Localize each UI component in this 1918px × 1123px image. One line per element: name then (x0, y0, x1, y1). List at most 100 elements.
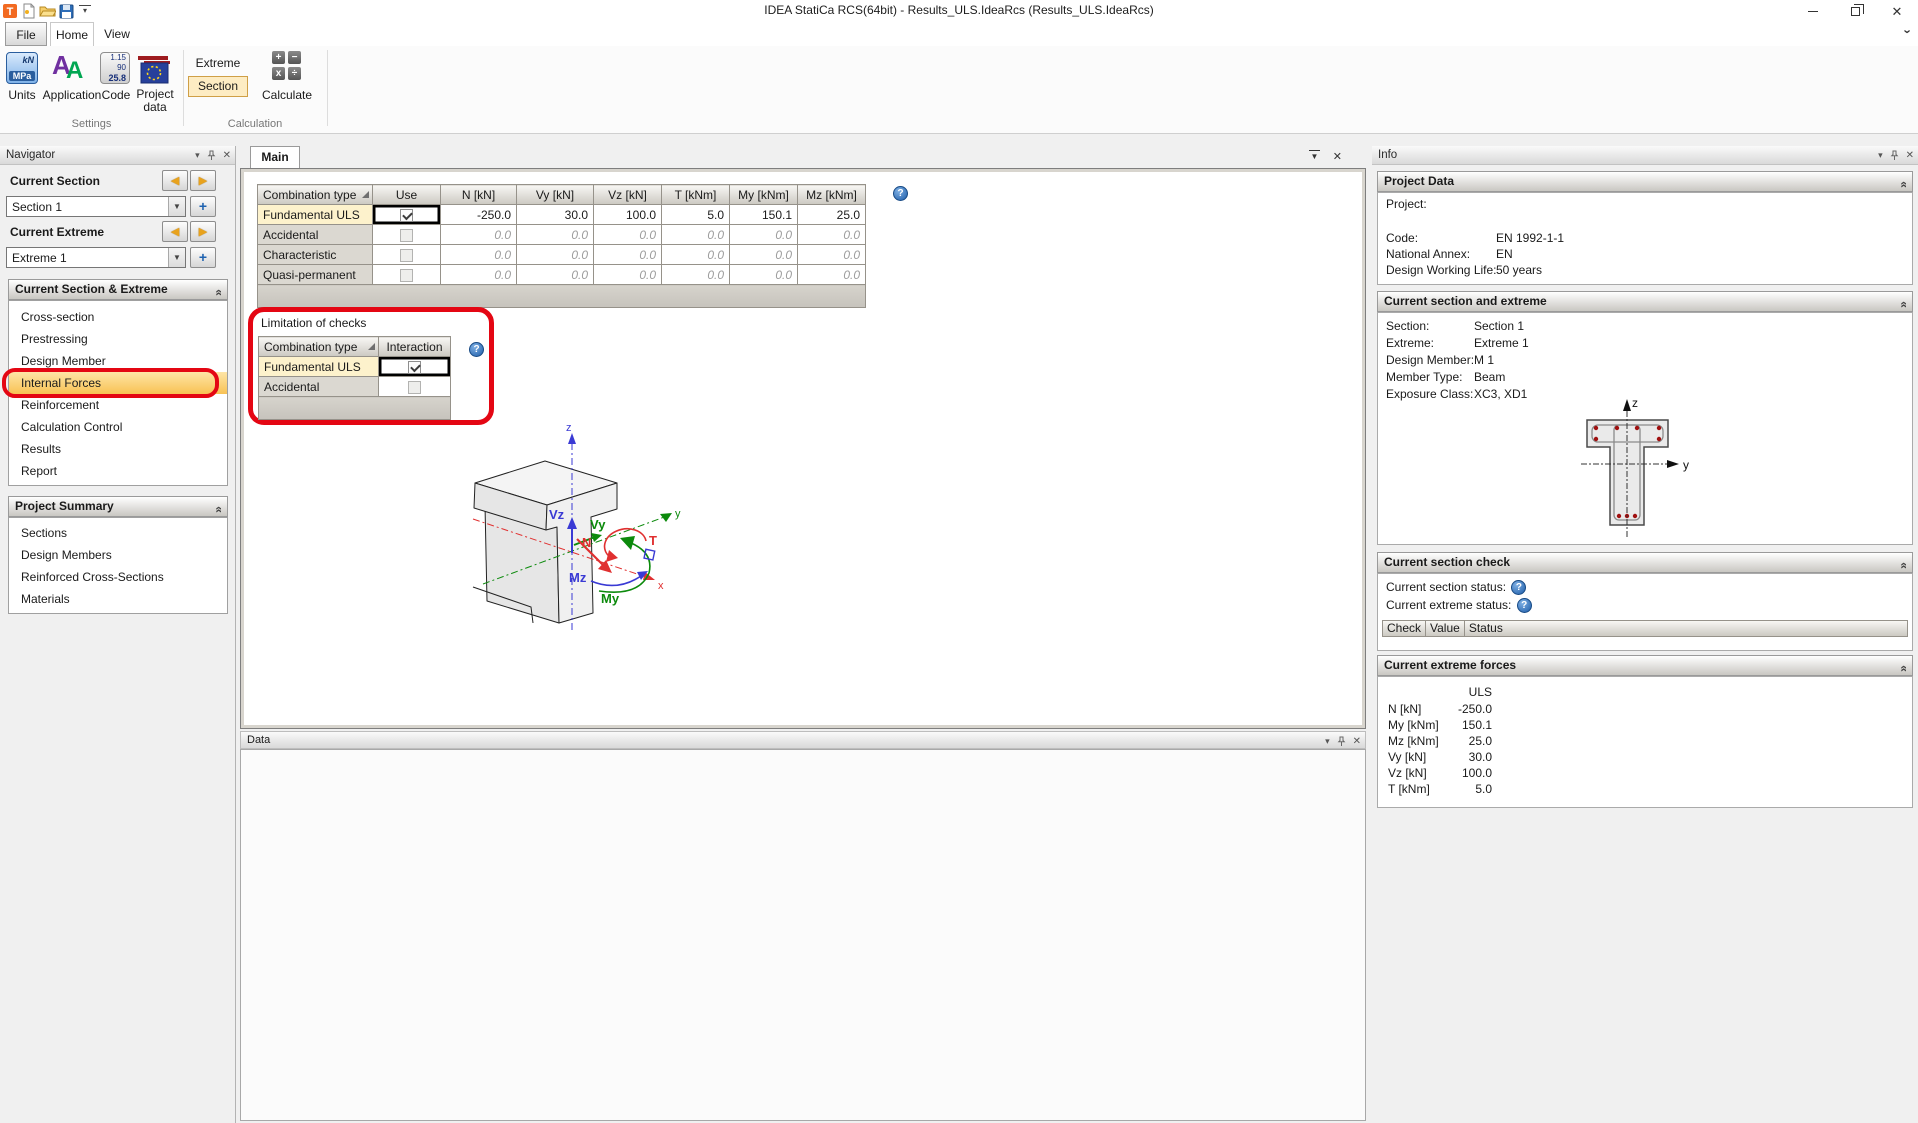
value-cell[interactable]: 0.0 (662, 245, 730, 265)
value-cell[interactable]: 150.1 (730, 205, 798, 225)
chevron-down-icon[interactable]: ▼ (168, 248, 185, 267)
use-checkbox-cell[interactable] (373, 245, 441, 265)
tab-file[interactable]: File (5, 22, 47, 46)
row-label[interactable]: Characteristic (258, 245, 373, 265)
next-extreme-button[interactable]: ▶ (190, 221, 216, 242)
ribbon-collapse-icon[interactable]: › (1900, 29, 1915, 33)
collapse-chevron-icon[interactable]: » (1894, 562, 1913, 569)
use-checkbox-cell[interactable] (373, 265, 441, 285)
nav-item-calculation-control[interactable]: Calculation Control (9, 416, 227, 438)
panel-close-icon[interactable]: ✕ (1906, 150, 1914, 161)
application-button[interactable]: Application (40, 88, 104, 102)
panel-close-icon[interactable]: ✕ (1353, 736, 1361, 747)
calculate-button[interactable]: Calculate (258, 88, 316, 102)
restore-button[interactable] (1834, 0, 1876, 22)
nav-item-internal-forces[interactable]: Internal Forces (9, 372, 227, 394)
previous-extreme-button[interactable]: ◀ (162, 221, 188, 242)
interaction-checkbox-cell[interactable] (379, 357, 451, 377)
panel-menu-icon[interactable]: ▾ (195, 150, 200, 161)
project-summary-group-header[interactable]: Project Summary » (8, 496, 228, 517)
row-label[interactable]: Quasi-permanent (258, 265, 373, 285)
value-cell[interactable]: 100.0 (594, 205, 662, 225)
nav-item-reinforcement[interactable]: Reinforcement (9, 394, 227, 416)
application-icon[interactable]: AA (52, 50, 92, 86)
project-data-icon[interactable] (138, 54, 172, 84)
section-combobox[interactable]: Section 1 ▼ (6, 196, 186, 217)
use-checkbox-cell[interactable] (373, 225, 441, 245)
help-icon[interactable]: ? (1511, 580, 1526, 595)
help-icon[interactable]: ? (469, 342, 484, 357)
value-cell[interactable]: 25.0 (798, 205, 866, 225)
collapse-chevron-icon[interactable]: » (209, 506, 228, 513)
section-button[interactable]: Section (188, 76, 248, 97)
value-cell[interactable]: 0.0 (730, 225, 798, 245)
next-section-button[interactable]: ▶ (190, 170, 216, 191)
column-header-mz[interactable]: Mz [kNm] (798, 185, 866, 205)
value-cell[interactable]: 0.0 (441, 265, 517, 285)
add-extreme-button[interactable]: + (190, 247, 216, 268)
nav-item-reinforced-cross-sections[interactable]: Reinforced Cross-Sections (9, 566, 227, 588)
value-cell[interactable]: 0.0 (441, 245, 517, 265)
interaction-checkbox-cell[interactable] (379, 377, 451, 397)
column-header-vz[interactable]: Vz [kN] (594, 185, 662, 205)
panel-menu-icon[interactable]: ▾ (1325, 736, 1330, 747)
nav-item-design-member[interactable]: Design Member (9, 350, 227, 372)
section-extreme-group-header[interactable]: Current Section & Extreme » (8, 279, 228, 300)
tab-home[interactable]: Home (50, 22, 94, 46)
value-cell[interactable]: 0.0 (594, 245, 662, 265)
checkbox-checked-icon[interactable] (408, 361, 421, 374)
value-cell[interactable]: 30.0 (517, 205, 594, 225)
row-label[interactable]: Fundamental ULS (259, 357, 379, 377)
value-cell[interactable]: -250.0 (441, 205, 517, 225)
value-cell[interactable]: 0.0 (441, 225, 517, 245)
column-header-check[interactable]: Check (1382, 620, 1425, 637)
collapse-chevron-icon[interactable]: » (1894, 181, 1913, 188)
close-button[interactable]: ✕ (1876, 0, 1918, 22)
collapse-chevron-icon[interactable]: » (209, 289, 228, 296)
current-section-header[interactable]: Current section and extreme » (1377, 291, 1913, 312)
calculate-icon[interactable]: + − x ÷ (272, 51, 301, 80)
column-header-status[interactable]: Status (1464, 620, 1908, 637)
project-data-header[interactable]: Project Data » (1377, 171, 1913, 192)
row-label[interactable]: Accidental (258, 225, 373, 245)
add-section-button[interactable]: + (190, 196, 216, 217)
column-header-t[interactable]: T [kNm] (662, 185, 730, 205)
value-cell[interactable]: 0.0 (798, 245, 866, 265)
row-label[interactable]: Accidental (259, 377, 379, 397)
extreme-combobox[interactable]: Extreme 1 ▼ (6, 247, 186, 268)
column-header-n[interactable]: N [kN] (441, 185, 517, 205)
extreme-forces-header[interactable]: Current extreme forces » (1377, 655, 1913, 676)
save-icon[interactable] (59, 4, 74, 19)
nav-item-sections[interactable]: Sections (9, 522, 227, 544)
column-header-combination-type[interactable]: Combination type (259, 337, 379, 357)
column-header-my[interactable]: My [kNm] (730, 185, 798, 205)
value-cell[interactable]: 0.0 (730, 245, 798, 265)
column-header-use[interactable]: Use (373, 185, 441, 205)
value-cell[interactable]: 0.0 (730, 265, 798, 285)
code-button[interactable]: Code (98, 88, 134, 102)
checkbox-unchecked-icon[interactable] (400, 249, 413, 262)
open-folder-icon[interactable] (39, 4, 56, 18)
nav-item-design-members[interactable]: Design Members (9, 544, 227, 566)
nav-item-results[interactable]: Results (9, 438, 227, 460)
value-cell[interactable]: 0.0 (798, 265, 866, 285)
use-checkbox-cell[interactable] (373, 205, 441, 225)
minimize-button[interactable] (1792, 0, 1834, 22)
nav-item-prestressing[interactable]: Prestressing (9, 328, 227, 350)
nav-item-materials[interactable]: Materials (9, 588, 227, 610)
help-icon[interactable]: ? (893, 186, 908, 201)
column-header-value[interactable]: Value (1425, 620, 1464, 637)
pin-icon[interactable] (207, 150, 216, 161)
pin-icon[interactable] (1337, 736, 1346, 747)
value-cell[interactable]: 0.0 (517, 265, 594, 285)
pin-icon[interactable] (1890, 150, 1899, 161)
tab-view[interactable]: View (97, 22, 137, 46)
panel-close-icon[interactable]: ✕ (223, 150, 231, 161)
code-icon[interactable]: 1.15 90 25.8 (100, 52, 130, 84)
tab-close-icon[interactable]: ✕ (1333, 150, 1342, 163)
value-cell[interactable]: 0.0 (594, 225, 662, 245)
units-button[interactable]: Units (0, 88, 44, 102)
extreme-button[interactable]: Extreme (188, 56, 248, 70)
checkbox-unchecked-icon[interactable] (400, 229, 413, 242)
column-header-interaction[interactable]: Interaction (379, 337, 451, 357)
